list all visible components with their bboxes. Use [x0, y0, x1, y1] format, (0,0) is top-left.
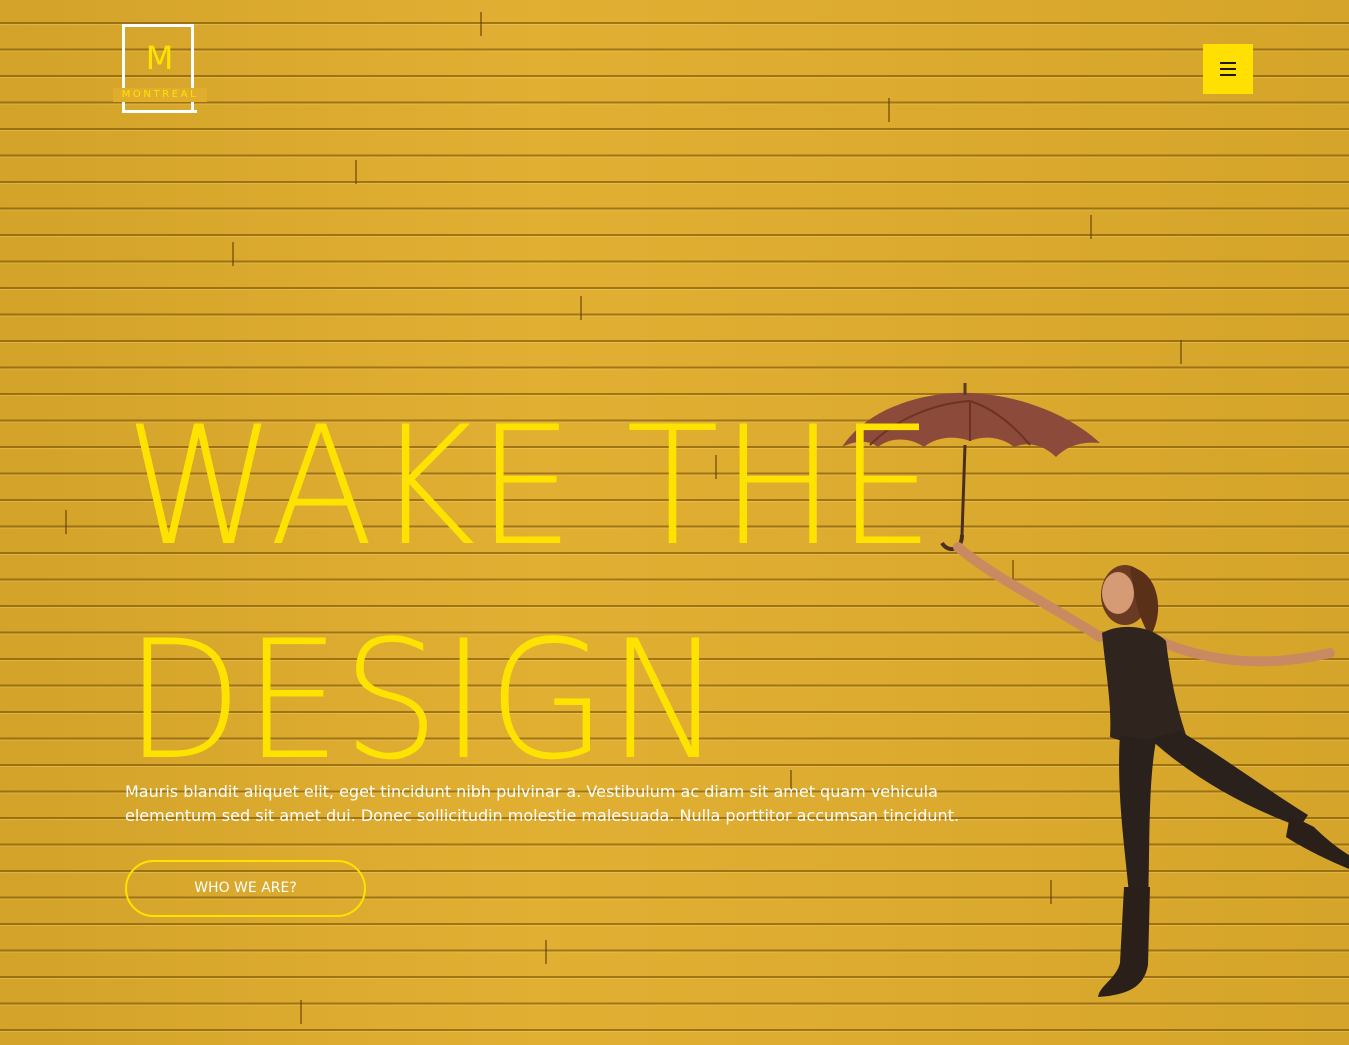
wall-plank-joint — [480, 12, 482, 36]
who-we-are-button[interactable]: WHO WE ARE? — [125, 860, 366, 917]
logo-letter: M — [145, 39, 174, 77]
wall-plank-joint — [580, 296, 582, 320]
menu-toggle-button[interactable] — [1203, 44, 1253, 94]
hero-headline-line-1: WAKE THE — [125, 391, 936, 582]
hamburger-menu-icon — [1220, 62, 1236, 76]
logo-wordmark: MONTREAL — [121, 89, 199, 100]
wall-plank-joint — [65, 510, 67, 534]
wall-plank-joint — [300, 1000, 302, 1024]
wall-plank-joint — [1090, 215, 1092, 239]
wall-plank-joint — [1180, 340, 1182, 364]
hero-headline: WAKE THE DESIGN — [125, 380, 1025, 808]
wall-plank-joint — [232, 242, 234, 266]
montreal-logo[interactable]: M MONTREAL — [113, 24, 207, 114]
logo-frame-bottom — [122, 110, 197, 113]
wall-plank-joint — [355, 160, 357, 184]
wall-plank-joint — [545, 940, 547, 964]
hero-headline-line-2: DESIGN — [125, 605, 725, 796]
wall-plank-joint — [888, 98, 890, 122]
hero-description: Mauris blandit aliquet elit, eget tincid… — [125, 782, 960, 825]
